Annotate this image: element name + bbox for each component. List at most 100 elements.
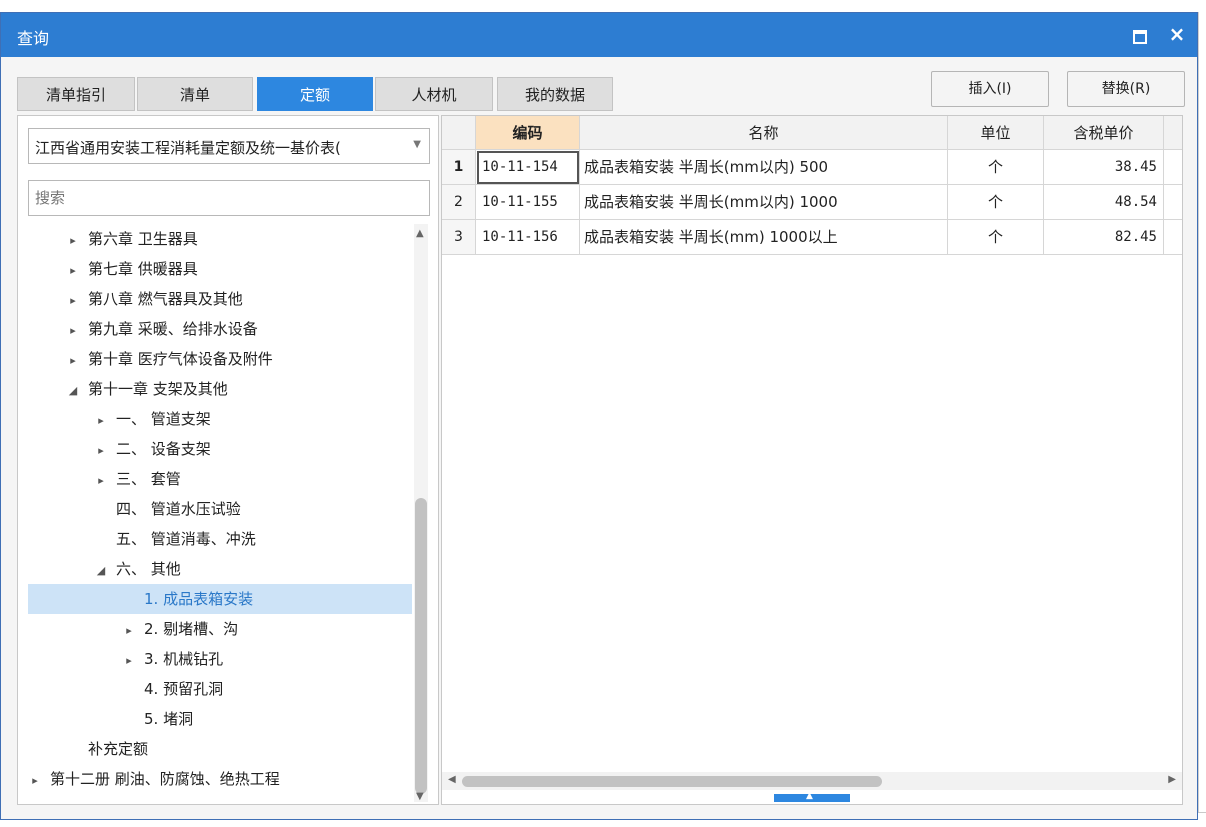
unit-cell[interactable]: 个: [948, 185, 1044, 220]
tree-node-label: 补充定额: [88, 740, 149, 758]
scroll-down-icon[interactable]: ▼: [416, 791, 424, 802]
tree-node[interactable]: ▸ 二、 设备支架: [28, 434, 412, 464]
name-cell[interactable]: 成品表箱安装 半周长(mm以内) 500: [580, 150, 948, 185]
name-cell[interactable]: 成品表箱安装 半周长(mm) 1000以上: [580, 220, 948, 255]
tree-node-label: 第十二册 刷油、防腐蚀、绝热工程: [50, 770, 280, 788]
search-field[interactable]: [28, 180, 430, 216]
tree-scroll-thumb[interactable]: [415, 498, 427, 794]
price-cell[interactable]: 38.45: [1044, 150, 1164, 185]
maximize-icon[interactable]: [1131, 27, 1147, 44]
tree-node[interactable]: ◢ 第十一章 支架及其他: [28, 374, 412, 404]
tree-node-label: 2. 剔堵槽、沟: [144, 620, 239, 638]
column-header-price[interactable]: 含税单价: [1044, 116, 1164, 150]
table-corner: [442, 116, 476, 150]
tree-node-label: 4. 预留孔洞: [144, 680, 224, 698]
chevron-up-icon: ▲: [806, 791, 813, 801]
empty-cell[interactable]: [1164, 150, 1182, 185]
quota-table: 编码 名称 单位 含税单价 1 10-11-154 成品表箱安装 半周长(mm以内)…: [441, 115, 1183, 805]
expand-arrow-icon[interactable]: ▸: [66, 256, 80, 286]
tree-node-label: 三、 套管: [116, 470, 181, 488]
tab-list[interactable]: 清单: [137, 77, 253, 111]
tree-node[interactable]: ▸ 第十二册 刷油、防腐蚀、绝热工程: [28, 764, 410, 794]
price-cell[interactable]: 48.54: [1044, 185, 1164, 220]
collapse-arrow-icon[interactable]: ◢: [94, 556, 108, 586]
tree-node[interactable]: 5. 堵洞: [28, 704, 412, 734]
tree-node-label: 3. 机械钻孔: [144, 650, 224, 668]
tree-node-label: 第六章 卫生器具: [88, 230, 198, 248]
tree-node[interactable]: ▸ 第十章 医疗气体设备及附件: [28, 344, 412, 374]
library-select[interactable]: 江西省通用安装工程消耗量定额及统一基价表( ▼: [28, 128, 430, 164]
tree-node[interactable]: 五、 管道消毒、冲洗: [28, 524, 412, 554]
row-number-cell[interactable]: 1: [442, 150, 476, 185]
left-panel: 江西省通用安装工程消耗量定额及统一基价表( ▼ ▸ 第六章 卫生器具 ▸ 第七章 供暖…: [17, 115, 439, 805]
scroll-right-icon[interactable]: ▶: [1168, 774, 1176, 785]
tree-node[interactable]: ▸ 三、 套管: [28, 464, 412, 494]
close-icon[interactable]: ×: [1165, 21, 1189, 47]
tree-node-label: 四、 管道水压试验: [116, 500, 241, 518]
unit-cell[interactable]: 个: [948, 150, 1044, 185]
unit-cell[interactable]: 个: [948, 220, 1044, 255]
search-input[interactable]: [29, 181, 417, 215]
tree-node[interactable]: ▸ 2. 剔堵槽、沟: [28, 614, 412, 644]
tree-node-label: 一、 管道支架: [116, 410, 211, 428]
empty-cell[interactable]: [1164, 185, 1182, 220]
tree-node[interactable]: ▸ 第六章 卫生器具: [28, 224, 412, 254]
tree-node[interactable]: ▸ 3. 机械钻孔: [28, 644, 412, 674]
column-header-code[interactable]: 编码: [476, 116, 580, 150]
tree-node[interactable]: ▸ 一、 管道支架: [28, 404, 412, 434]
price-cell[interactable]: 82.45: [1044, 220, 1164, 255]
tree-node-label: 五、 管道消毒、冲洗: [116, 530, 256, 548]
tree-node[interactable]: 4. 预留孔洞: [28, 674, 412, 704]
tree-scrollbar[interactable]: ▲ ▼: [414, 224, 428, 802]
tab-labor-material[interactable]: 人材机: [375, 77, 493, 111]
background-app-right: [1198, 12, 1206, 812]
tree-node-label: 5. 堵洞: [144, 710, 194, 728]
expand-arrow-icon[interactable]: ▸: [28, 766, 42, 796]
replace-button[interactable]: 替换(R): [1067, 71, 1185, 107]
code-cell[interactable]: 10-11-155: [476, 185, 580, 220]
expand-arrow-icon[interactable]: ▸: [122, 646, 136, 676]
expand-arrow-icon[interactable]: ▸: [66, 286, 80, 316]
tree-node-label: 第十章 医疗气体设备及附件: [88, 350, 273, 368]
tree-node-label: 第九章 采暖、给排水设备: [88, 320, 258, 338]
insert-button[interactable]: 插入(I): [931, 71, 1049, 107]
table-hscrollbar[interactable]: ◀ ▶: [442, 772, 1182, 790]
dialog-titlebar[interactable]: 查询 ×: [1, 13, 1197, 57]
tree-node[interactable]: ▸ 第七章 供暖器具: [28, 254, 412, 284]
expand-arrow-icon[interactable]: ▸: [66, 346, 80, 376]
tab-my-data[interactable]: 我的数据: [497, 77, 613, 111]
panel-splitter[interactable]: ▲: [774, 791, 850, 802]
tree-node[interactable]: ▸ 第八章 燃气器具及其他: [28, 284, 412, 314]
expand-arrow-icon[interactable]: ▸: [66, 316, 80, 346]
column-header-more: [1164, 116, 1182, 150]
column-header-unit[interactable]: 单位: [948, 116, 1044, 150]
expand-arrow-icon[interactable]: ▸: [94, 466, 108, 496]
tree-node[interactable]: 补充定额: [28, 734, 412, 764]
expand-arrow-icon[interactable]: ▸: [66, 226, 80, 256]
row-number-cell[interactable]: 3: [442, 220, 476, 255]
tree-node-label: 第七章 供暖器具: [88, 260, 198, 278]
collapse-arrow-icon[interactable]: ◢: [66, 376, 80, 406]
tree-node-label: 二、 设备支架: [116, 440, 211, 458]
scroll-left-icon[interactable]: ◀: [448, 774, 456, 785]
chevron-down-icon[interactable]: ▼: [413, 139, 421, 150]
column-header-name[interactable]: 名称: [580, 116, 948, 150]
expand-arrow-icon[interactable]: ▸: [122, 616, 136, 646]
table-hscroll-thumb[interactable]: [462, 776, 882, 787]
expand-arrow-icon[interactable]: ▸: [94, 436, 108, 466]
name-cell[interactable]: 成品表箱安装 半周长(mm以内) 1000: [580, 185, 948, 220]
code-cell[interactable]: 10-11-154: [476, 150, 580, 185]
tab-quota[interactable]: 定额: [257, 77, 373, 111]
row-number-cell[interactable]: 2: [442, 185, 476, 220]
scroll-up-icon[interactable]: ▲: [416, 228, 424, 239]
tree-node[interactable]: ◢ 六、 其他: [28, 554, 412, 584]
code-cell[interactable]: 10-11-156: [476, 220, 580, 255]
tree-node[interactable]: ▸ 第九章 采暖、给排水设备: [28, 314, 412, 344]
empty-cell[interactable]: [1164, 220, 1182, 255]
library-select-value: 江西省通用安装工程消耗量定额及统一基价表(: [35, 139, 341, 157]
tab-list-guide[interactable]: 清单指引: [17, 77, 135, 111]
tree-node[interactable]: 1. 成品表箱安装: [28, 584, 412, 614]
tree-node[interactable]: 四、 管道水压试验: [28, 494, 412, 524]
expand-arrow-icon[interactable]: ▸: [94, 406, 108, 436]
tree-node-label: 1. 成品表箱安装: [144, 590, 254, 608]
